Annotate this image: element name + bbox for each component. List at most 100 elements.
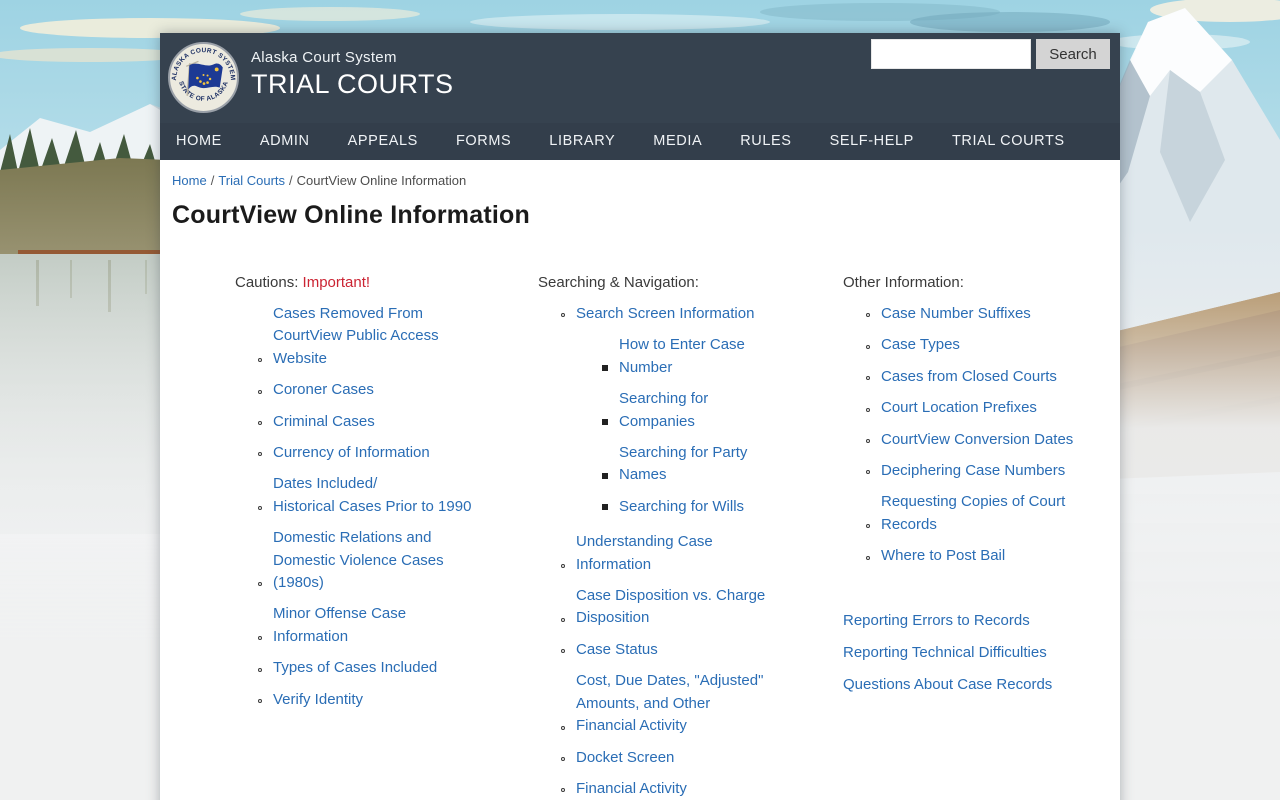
list-item: Case Number Suffixes (843, 303, 1108, 325)
list-item: Domestic Relations and Domestic Violence… (235, 527, 538, 594)
breadcrumb-home[interactable]: Home (172, 173, 207, 188)
nav-item-rules[interactable]: RULES (721, 123, 810, 160)
circle-bullet-icon (258, 699, 262, 704)
link-types-of-cases[interactable]: Types of Cases Included (273, 657, 437, 679)
search-button[interactable]: Search (1036, 39, 1110, 69)
link-criminal-cases[interactable]: Criminal Cases (273, 411, 375, 433)
link-coroner-cases[interactable]: Coroner Cases (273, 379, 374, 401)
circle-bullet-icon (866, 524, 870, 529)
main-content: Home / Trial Courts / CourtView Online Infor… (160, 160, 1120, 800)
circle-bullet-icon (866, 376, 870, 381)
square-bullet-icon (602, 365, 608, 372)
link-cases-from-closed-courts[interactable]: Cases from Closed Courts (881, 366, 1057, 388)
alaska-court-seal-logo[interactable]: ALASKA COURT SYSTEM STATE OF ALASKA (167, 41, 240, 114)
nav-item-self-help[interactable]: SELF-HELP (811, 123, 933, 160)
searching-list: Search Screen Information How to Enter C… (538, 303, 843, 800)
link-searching-for-party-names[interactable]: Searching for Party Names (619, 442, 747, 487)
link-requesting-copies[interactable]: Requesting Copies of Court Records (881, 491, 1065, 536)
circle-bullet-icon (258, 452, 262, 457)
link-questions-about-case-records[interactable]: Questions About Case Records (843, 674, 1108, 696)
link-verify-identity[interactable]: Verify Identity (273, 689, 363, 711)
link-court-location-prefixes[interactable]: Court Location Prefixes (881, 397, 1037, 419)
list-item: Currency of Information (235, 442, 538, 464)
cautions-column: Cautions: Important! Cases Removed From … (235, 272, 538, 800)
link-domestic-relations[interactable]: Domestic Relations and Domestic Violence… (273, 527, 444, 594)
nav-item-admin[interactable]: ADMIN (241, 123, 329, 160)
list-item: Criminal Cases (235, 411, 538, 433)
link-reporting-technical-difficulties[interactable]: Reporting Technical Difficulties (843, 642, 1108, 664)
breadcrumb-current: CourtView Online Information (296, 173, 467, 188)
list-item: Court Location Prefixes (843, 397, 1108, 419)
link-how-to-enter-case-number[interactable]: How to Enter Case Number (619, 334, 745, 379)
link-minor-offense[interactable]: Minor Offense Case Information (273, 603, 406, 648)
link-case-number-suffixes[interactable]: Case Number Suffixes (881, 303, 1031, 325)
link-dates-included[interactable]: Dates Included/ Historical Cases Prior t… (273, 473, 471, 518)
circle-bullet-icon (561, 617, 565, 622)
page-container: ALASKA COURT SYSTEM STATE OF ALASKA Alas… (160, 33, 1120, 800)
link-searching-for-wills[interactable]: Searching for Wills (619, 496, 744, 518)
site-name: Alaska Court System (251, 49, 397, 66)
main-nav: HOME ADMIN APPEALS FORMS LIBRARY MEDIA R… (160, 123, 1120, 160)
circle-bullet-icon (866, 439, 870, 444)
link-cases-removed[interactable]: Cases Removed From CourtView Public Acce… (273, 303, 439, 370)
cautions-list: Cases Removed From CourtView Public Acce… (235, 303, 538, 711)
site-brand: ALASKA COURT SYSTEM STATE OF ALASKA Alas… (167, 41, 454, 114)
other-column: Other Information: Case Number Suffixes … (843, 272, 1108, 800)
link-where-to-post-bail[interactable]: Where to Post Bail (881, 545, 1005, 567)
circle-bullet-icon (258, 421, 262, 426)
search-input[interactable] (871, 39, 1031, 69)
important-label: Important! (302, 274, 371, 291)
link-courtview-conversion-dates[interactable]: CourtView Conversion Dates (881, 429, 1073, 451)
circle-bullet-icon (561, 725, 565, 730)
breadcrumb-trial-courts[interactable]: Trial Courts (218, 173, 285, 188)
circle-bullet-icon (258, 506, 262, 511)
link-understanding-case-info[interactable]: Understanding Case Information (576, 531, 713, 576)
circle-bullet-icon (561, 756, 565, 761)
searching-heading: Searching & Navigation: (538, 274, 699, 291)
nav-item-library[interactable]: LIBRARY (530, 123, 634, 160)
circle-bullet-icon (866, 555, 870, 560)
link-search-screen-info[interactable]: Search Screen Information (576, 303, 754, 325)
link-deciphering-case-numbers[interactable]: Deciphering Case Numbers (881, 460, 1065, 482)
link-reporting-errors[interactable]: Reporting Errors to Records (843, 610, 1108, 632)
square-bullet-icon (602, 419, 608, 426)
search-form: Search (871, 39, 1110, 69)
link-cost-due-dates[interactable]: Cost, Due Dates, "Adjusted" Amounts, and… (576, 670, 763, 737)
link-currency-of-information[interactable]: Currency of Information (273, 442, 430, 464)
list-item: Coroner Cases (235, 379, 538, 401)
link-case-status[interactable]: Case Status (576, 639, 658, 661)
list-item: Verify Identity (235, 689, 538, 711)
nav-item-media[interactable]: MEDIA (634, 123, 721, 160)
link-docket-screen[interactable]: Docket Screen (576, 747, 674, 769)
circle-bullet-icon (866, 407, 870, 412)
other-list: Case Number Suffixes Case Types Cases fr… (843, 303, 1108, 568)
list-item: Deciphering Case Numbers (843, 460, 1108, 482)
circle-bullet-icon (258, 636, 262, 641)
nav-item-trial-courts[interactable]: TRIAL COURTS (933, 123, 1084, 160)
other-heading: Other Information: (843, 274, 964, 291)
circle-bullet-icon (561, 564, 565, 569)
link-case-types[interactable]: Case Types (881, 334, 960, 356)
circle-bullet-icon (866, 313, 870, 318)
circle-bullet-icon (561, 788, 565, 793)
list-item: CourtView Conversion Dates (843, 429, 1108, 451)
site-header: ALASKA COURT SYSTEM STATE OF ALASKA Alas… (160, 33, 1120, 123)
site-section-title: TRIAL COURTS (251, 69, 454, 99)
nav-item-home[interactable]: HOME (176, 123, 241, 160)
link-searching-for-companies[interactable]: Searching for Companies (619, 388, 708, 433)
link-case-disposition[interactable]: Case Disposition vs. Charge Disposition (576, 585, 765, 630)
list-item: Financial Activity (538, 778, 843, 800)
list-item: Requesting Copies of Court Records (843, 491, 1108, 536)
page-title: CourtView Online Information (172, 201, 530, 229)
list-item: Docket Screen (538, 747, 843, 769)
square-bullet-icon (602, 504, 608, 511)
standalone-links: Reporting Errors to Records Reporting Te… (843, 610, 1108, 696)
list-item: Understanding Case Information (538, 531, 843, 576)
nav-item-forms[interactable]: FORMS (437, 123, 530, 160)
list-item: Types of Cases Included (235, 657, 538, 679)
nav-item-appeals[interactable]: APPEALS (329, 123, 437, 160)
circle-bullet-icon (258, 358, 262, 363)
link-financial-activity[interactable]: Financial Activity (576, 778, 687, 800)
list-item: Case Status (538, 639, 843, 661)
list-item: How to Enter Case Number (538, 334, 843, 379)
